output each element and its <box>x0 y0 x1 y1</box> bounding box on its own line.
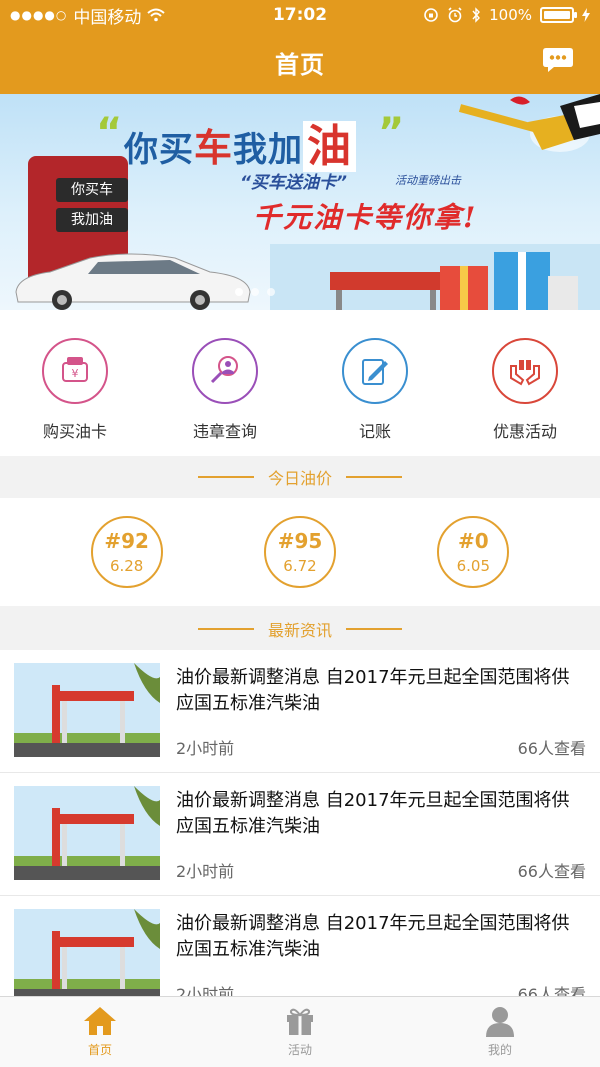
feature-label: 购买油卡 <box>42 422 107 441</box>
fuel-price: 6.28 <box>109 557 144 575</box>
carousel-dot-3[interactable] <box>267 288 275 296</box>
banner-slogan: 你买车我加油 <box>124 110 357 174</box>
slogan-you-buy: 你买 <box>124 130 194 170</box>
fuel-grade: #92 <box>104 529 149 553</box>
fuel-grade: #0 <box>457 529 489 553</box>
pump-line-2: 我加油 <box>56 208 128 232</box>
battery-icon <box>540 7 577 23</box>
news-time: 2小时前 <box>176 862 235 881</box>
feature-label: 优惠活动 <box>492 422 557 441</box>
news-thumbnail <box>14 909 160 996</box>
news-meta: 2小时前 66人查看 <box>176 735 586 759</box>
feature-promotions[interactable]: 优惠活动 <box>450 310 600 456</box>
pump-line-1: 你买车 <box>56 178 128 202</box>
bluetooth-icon <box>472 7 481 23</box>
news-thumbnail <box>14 663 160 757</box>
status-left: ●●●●○ 中国移动 <box>10 3 210 28</box>
news-body: 油价最新调整消息 自2017年元旦起全国范围将供应国五标准汽柴油 2小时前 66… <box>176 663 586 759</box>
news-item[interactable]: 油价最新调整消息 自2017年元旦起全国范围将供应国五标准汽柴油 2小时前 66… <box>0 896 600 996</box>
today-price-header: 今日油价 <box>0 456 600 498</box>
news-item[interactable]: 油价最新调整消息 自2017年元旦起全国范围将供应国五标准汽柴油 2小时前 66… <box>0 650 600 773</box>
gift-icon <box>287 1008 313 1035</box>
news-meta: 2小时前 66人查看 <box>176 981 586 996</box>
header-line-left <box>197 476 254 478</box>
fuel-card-icon: ¥ <box>42 338 108 404</box>
gift-boxes-illustration <box>440 252 578 310</box>
feature-grid: ¥ 购买油卡 违章查询 记账 优惠活动 <box>0 310 600 456</box>
price-95[interactable]: #95 6.72 <box>263 516 336 588</box>
page-title: 首页 <box>275 50 325 79</box>
fuel-price: 6.05 <box>456 557 491 575</box>
status-time: 17:02 <box>272 5 328 25</box>
tab-bar: 首页 活动 我的 <box>0 996 600 1067</box>
user-icon <box>486 1007 514 1037</box>
nav-bar: 首页 <box>0 30 600 94</box>
price-0[interactable]: #0 6.05 <box>437 516 510 588</box>
news-list: 油价最新调整消息 自2017年元旦起全国范围将供应国五标准汽柴油 2小时前 66… <box>0 650 600 996</box>
feature-label: 记账 <box>358 422 391 441</box>
news-body: 油价最新调整消息 自2017年元旦起全国范围将供应国五标准汽柴油 2小时前 66… <box>176 909 586 996</box>
status-bar: ●●●●○ 中国移动 17:02 100% <box>0 0 600 30</box>
header-line-right <box>346 628 402 630</box>
news-time: 2小时前 <box>176 985 235 996</box>
header-line-left <box>197 628 254 630</box>
gift-hands-icon <box>492 338 558 404</box>
feature-buy-fuel-card[interactable]: ¥ 购买油卡 <box>0 310 150 456</box>
signal-strength: ●●●●○ <box>10 8 68 22</box>
carousel-dot-1[interactable] <box>235 288 243 296</box>
feature-label: 违章查询 <box>192 422 257 441</box>
home-icon <box>84 1007 116 1035</box>
fuel-price: 6.72 <box>283 557 317 575</box>
tab-label: 活动 <box>287 1043 312 1057</box>
news-time: 2小时前 <box>176 739 235 758</box>
tab-activity[interactable]: 活动 <box>200 997 400 1067</box>
news-item[interactable]: 油价最新调整消息 自2017年元旦起全国范围将供应国五标准汽柴油 2小时前 66… <box>0 773 600 896</box>
price-92[interactable]: #92 6.28 <box>90 516 163 588</box>
section-title: 今日油价 <box>267 469 332 488</box>
magnifier-user-icon <box>192 338 258 404</box>
fuel-grade: #95 <box>277 529 323 553</box>
carrier-name: 中国移动 <box>73 7 142 28</box>
notebook-pen-icon <box>342 338 408 404</box>
fuel-nozzle-illustration <box>458 94 600 150</box>
news-views: 66人查看 <box>517 739 586 758</box>
orientation-lock-icon <box>424 8 438 22</box>
news-title: 油价最新调整消息 自2017年元旦起全国范围将供应国五标准汽柴油 <box>176 667 570 714</box>
tab-home[interactable]: 首页 <box>0 997 200 1067</box>
svg-text:¥: ¥ <box>72 367 79 380</box>
tab-label: 首页 <box>87 1043 112 1057</box>
alarm-icon <box>448 7 462 23</box>
chat-bubble-icon[interactable] <box>542 46 574 74</box>
news-thumbnail <box>14 786 160 880</box>
slogan-oil: 油 <box>303 121 357 172</box>
tab-mine[interactable]: 我的 <box>400 997 600 1067</box>
latest-news-header: 最新资讯 <box>0 608 600 650</box>
carousel-dot-2[interactable] <box>251 288 259 296</box>
car-illustration <box>15 253 251 310</box>
charging-icon <box>582 8 590 22</box>
carousel-indicator[interactable] <box>235 288 275 296</box>
fuel-prices: #92 6.28 #95 6.72 #0 6.05 <box>0 498 600 606</box>
news-meta: 2小时前 66人查看 <box>176 858 586 882</box>
battery-percent: 100% <box>489 6 532 24</box>
news-views: 66人查看 <box>517 985 586 996</box>
header-line-right <box>346 476 402 478</box>
feature-bookkeeping[interactable]: 记账 <box>300 310 450 456</box>
news-title: 油价最新调整消息 自2017年元旦起全国范围将供应国五标准汽柴油 <box>176 913 570 960</box>
slogan-car: 车 <box>194 126 234 170</box>
slogan-i-add: 我加 <box>233 130 304 170</box>
banner-subtitle: “买车送油卡” <box>240 173 347 193</box>
battery-fill <box>544 11 570 19</box>
promo-banner[interactable]: “ 你买车我加油 ” “买车送油卡” 活动重磅出击 千元油卡等你拿! 你买车 我… <box>0 94 600 310</box>
feature-violation-query[interactable]: 违章查询 <box>150 310 300 456</box>
tab-label: 我的 <box>487 1043 512 1057</box>
quote-open: “ <box>96 110 123 156</box>
news-views: 66人查看 <box>517 862 586 881</box>
section-title: 最新资讯 <box>267 621 332 640</box>
wifi-icon <box>147 8 166 22</box>
news-body: 油价最新调整消息 自2017年元旦起全国范围将供应国五标准汽柴油 2小时前 66… <box>176 786 586 882</box>
quote-close: ” <box>378 110 405 156</box>
status-right: 100% <box>390 6 590 24</box>
news-title: 油价最新调整消息 自2017年元旦起全国范围将供应国五标准汽柴油 <box>176 790 570 837</box>
